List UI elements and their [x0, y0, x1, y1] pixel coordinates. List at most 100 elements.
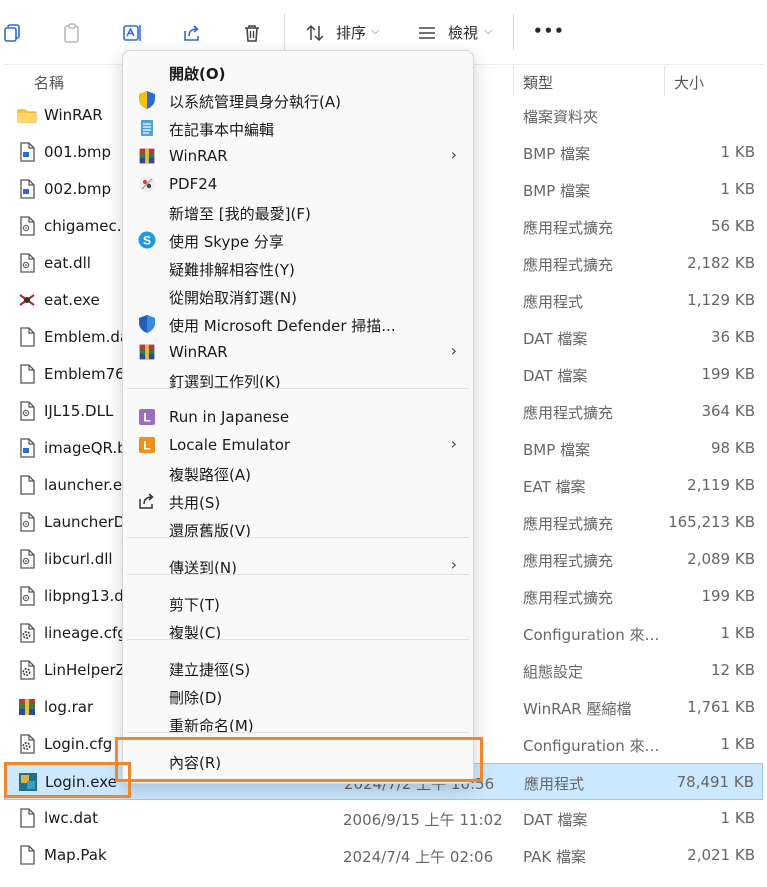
bmp-file-icon — [16, 437, 38, 459]
menu-item-label: 開啟(O) — [169, 65, 226, 83]
file-size: 2,089 KB — [687, 550, 755, 568]
menu-item[interactable]: 新增至 [我的最愛](F) — [127, 197, 469, 225]
file-type: BMP 檔案 — [523, 441, 591, 459]
menu-item[interactable]: WinRAR › — [127, 141, 469, 169]
file-name: IJL15.DLL — [44, 402, 114, 420]
bmp-file-icon — [16, 141, 38, 163]
chevron-right-icon: › — [450, 341, 457, 360]
dll-file-icon — [16, 252, 38, 274]
file-row[interactable]: lwc.dat 2006/9/15 上午 11:02 DAT 檔案 1 KB — [4, 800, 763, 837]
file-name: 001.bmp — [44, 143, 112, 161]
share-toolbar-icon[interactable] — [177, 18, 207, 48]
file-type: 應用程式 — [523, 293, 584, 311]
sort-icon[interactable] — [300, 18, 330, 48]
file-name: eat.dll — [44, 254, 91, 272]
column-header-type[interactable]: 類型 — [523, 64, 553, 100]
context-menu: 開啟(O) 以系統管理員身分執行(A) 在記事本中編輯 WinRAR › PDF24 新增至… — [122, 50, 474, 784]
menu-item[interactable]: 刪除(D) — [127, 681, 469, 709]
notepad-icon — [137, 118, 157, 138]
menu-item[interactable]: 剪下(T) — [127, 588, 469, 616]
menu-item[interactable]: 複製路徑(A) — [127, 458, 469, 486]
config-file-icon — [16, 622, 38, 644]
config-file-icon — [16, 733, 38, 755]
file-size: 98 KB — [711, 439, 755, 457]
menu-item[interactable]: 以系統管理員身分執行(A) — [127, 85, 469, 113]
file-name: log.rar — [44, 698, 94, 716]
rename-icon[interactable] — [117, 18, 147, 48]
file-type: Configuration 來… — [523, 626, 660, 644]
file-name: Emblem769 — [44, 365, 135, 383]
view-button[interactable]: 檢視 — [448, 22, 478, 43]
column-divider[interactable] — [513, 66, 514, 96]
copy-icon[interactable] — [0, 18, 28, 48]
menu-item[interactable]: 共用(S) — [127, 486, 469, 514]
file-date: 2024/7/4 上午 02:06 — [343, 848, 494, 866]
chevron-down-icon: ⌵ — [371, 24, 380, 37]
menu-item[interactable]: 疑難排解相容性(Y) — [127, 253, 469, 281]
file-size: 1,761 KB — [687, 698, 755, 716]
menu-item-label: 從開始取消釘選(N) — [169, 289, 297, 307]
column-header-name[interactable]: 名稱 — [34, 64, 64, 100]
menu-item-label: WinRAR — [169, 147, 228, 165]
file-type: 應用程式擴充 — [523, 552, 614, 570]
file-date: 2006/9/15 上午 11:02 — [343, 811, 503, 829]
blank-file-icon — [16, 807, 38, 829]
file-size: 1 KB — [720, 180, 755, 198]
menu-item-label: 剪下(T) — [169, 596, 220, 614]
svg-text:S: S — [143, 234, 151, 248]
properties-highlight-box — [115, 737, 483, 782]
menu-item-label: 在記事本中編輯 — [169, 121, 275, 139]
paste-icon[interactable] — [57, 18, 87, 48]
file-row[interactable]: Map.Pak 2024/7/4 上午 02:06 PAK 檔案 2,021 KB — [4, 837, 763, 874]
bmp-file-icon — [16, 178, 38, 200]
chevron-down-icon: ⌵ — [484, 24, 493, 37]
file-size: 56 KB — [711, 217, 755, 235]
locale-emulator-purple-icon: L — [137, 407, 157, 427]
menu-item[interactable]: 建立捷徑(S) — [127, 653, 469, 681]
file-size: 199 KB — [701, 365, 755, 383]
file-size: 1 KB — [720, 809, 755, 827]
menu-item[interactable]: 在記事本中編輯 — [127, 113, 469, 141]
menu-item[interactable]: WinRAR › — [127, 337, 469, 365]
column-divider[interactable] — [664, 66, 665, 96]
file-name: libcurl.dll — [44, 550, 113, 568]
defender-icon — [137, 314, 157, 334]
file-type: 檔案資料夾 — [523, 108, 599, 126]
file-name: chigamec.d — [44, 217, 132, 235]
file-type: DAT 檔案 — [523, 330, 588, 348]
menu-item[interactable]: L Locale Emulator › — [127, 430, 469, 458]
menu-item[interactable]: 開啟(O) — [127, 57, 469, 85]
chevron-right-icon: › — [450, 555, 457, 574]
blank-file-icon — [16, 363, 38, 385]
file-name: WinRAR — [44, 106, 103, 124]
menu-item[interactable]: 使用 Microsoft Defender 掃描... — [127, 309, 469, 337]
locale-emulator-orange-icon: L — [137, 435, 157, 455]
menu-item[interactable]: L Run in Japanese — [127, 402, 469, 430]
menu-item[interactable]: PDF24 — [127, 169, 469, 197]
pdf24-icon — [137, 174, 157, 194]
menu-separator — [127, 732, 469, 733]
file-type: 應用程式擴充 — [523, 589, 614, 607]
file-name: libpng13.dl — [44, 587, 128, 605]
uac-shield-icon — [137, 90, 157, 110]
winrar-icon — [16, 696, 38, 718]
more-options-button[interactable]: ••• — [533, 22, 565, 40]
file-type: 應用程式擴充 — [523, 404, 614, 422]
file-type: 應用程式擴充 — [523, 219, 614, 237]
dll-file-icon — [16, 585, 38, 607]
file-size: 364 KB — [701, 402, 755, 420]
view-icon[interactable] — [412, 18, 442, 48]
menu-item[interactable]: 從開始取消釘選(N) — [127, 281, 469, 309]
app-icon — [16, 289, 38, 311]
login-exe-highlight-box — [4, 762, 131, 798]
menu-item[interactable]: S 使用 Skype 分享 — [127, 225, 469, 253]
column-header-size[interactable]: 大小 — [674, 64, 704, 100]
delete-icon[interactable] — [237, 18, 267, 48]
sort-button[interactable]: 排序 — [336, 22, 366, 43]
menu-item-label: PDF24 — [169, 175, 218, 193]
file-name: launcher.ea — [44, 476, 132, 494]
file-size: 1,129 KB — [687, 291, 755, 309]
file-name: Map.Pak — [44, 846, 107, 864]
menu-item-label: 共用(S) — [169, 494, 221, 512]
file-type: DAT 檔案 — [523, 811, 588, 829]
